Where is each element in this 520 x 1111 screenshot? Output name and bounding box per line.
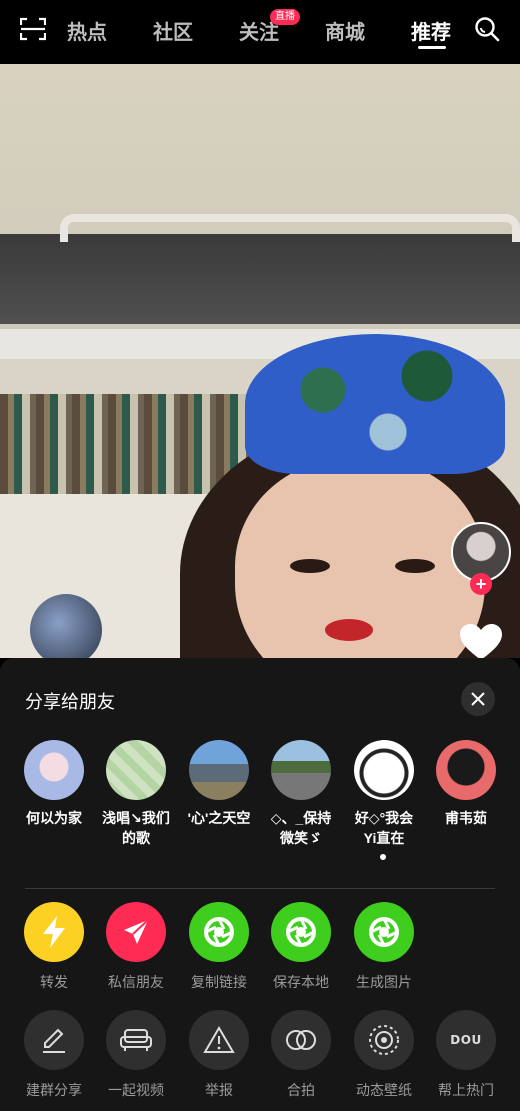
video-bed [0, 234, 520, 324]
share-sheet-title: 分享给朋友 [25, 692, 115, 712]
private-message-button[interactable]: 私信朋友 [95, 902, 177, 992]
friend-name: 何以为家 [26, 810, 82, 826]
follow-plus-icon[interactable]: + [470, 573, 492, 595]
sofa-icon [106, 1010, 166, 1070]
action-label: 建群分享 [26, 1082, 82, 1098]
generate-image-button[interactable]: 生成图片 [343, 902, 425, 992]
friend-item[interactable]: 甫韦茹 [431, 740, 501, 828]
action-label: 私信朋友 [108, 974, 164, 990]
send-icon [106, 902, 166, 962]
report-button[interactable]: 举报 [178, 1010, 260, 1100]
friend-name: 浅唱↘我们的歌 [102, 810, 170, 846]
active-tab-indicator [418, 46, 446, 49]
action-label: 保存本地 [273, 974, 329, 990]
watch-together-button[interactable]: 一起视频 [95, 1010, 177, 1100]
video-mirror [30, 594, 102, 658]
close-button[interactable] [461, 682, 495, 716]
new-indicator-dot [380, 854, 386, 860]
video-bed-rail [60, 214, 520, 242]
scan-icon[interactable] [20, 17, 46, 41]
close-icon [471, 692, 485, 706]
wallpaper-icon [354, 1010, 414, 1070]
search-icon[interactable] [474, 16, 500, 42]
wechat-shutter-icon [271, 902, 331, 962]
friend-item[interactable]: 浅唱↘我们的歌 [101, 740, 171, 848]
action-label: 生成图片 [356, 974, 412, 990]
action-label: 一起视频 [108, 1082, 164, 1098]
friend-name: ◇、_保持微笑ゞ [270, 810, 332, 846]
video-lips [325, 619, 373, 641]
friend-avatar [271, 740, 331, 800]
action-label: 复制链接 [191, 974, 247, 990]
divider [25, 888, 495, 889]
friend-name: 甫韦茹 [445, 810, 487, 826]
friend-item[interactable]: 好◇°我会Yi直在 [349, 740, 419, 848]
top-nav: 热点 社区 关注 直播 商城 推荐 [0, 0, 520, 64]
wechat-shutter-icon [354, 902, 414, 962]
friend-name: 好◇°我会Yi直在 [354, 810, 414, 846]
tab-hot[interactable]: 热点 [67, 16, 107, 45]
pencil-icon [24, 1010, 84, 1070]
dou-plus-button[interactable]: DOU 帮上热门 [425, 1010, 507, 1100]
action-label: 转发 [40, 974, 68, 990]
friend-avatar [24, 740, 84, 800]
friend-item[interactable]: '心'之天空 [184, 740, 254, 828]
video-player[interactable] [0, 64, 520, 658]
tab-mall[interactable]: 商城 [325, 16, 365, 45]
action-label: 帮上热门 [438, 1082, 494, 1098]
warning-icon [189, 1010, 249, 1070]
friend-avatar [106, 740, 166, 800]
action-label: 举报 [205, 1082, 233, 1098]
copy-link-button[interactable]: 复制链接 [178, 902, 260, 992]
lightning-icon [24, 902, 84, 962]
save-local-button[interactable]: 保存本地 [260, 902, 342, 992]
group-share-button[interactable]: 建群分享 [13, 1010, 95, 1100]
share-sheet: 分享给朋友 何以为家 浅唱↘我们的歌 '心'之天空 ◇、_保持微笑ゞ 好◇°我会… [0, 658, 520, 1111]
duet-button[interactable]: 合拍 [260, 1010, 342, 1100]
dou-plus-icon: DOU [436, 1010, 496, 1070]
tab-community[interactable]: 社区 [153, 16, 193, 45]
tab-recommend[interactable]: 推荐 [411, 16, 451, 45]
live-wallpaper-button[interactable]: 动态壁纸 [343, 1010, 425, 1100]
friend-avatar [354, 740, 414, 800]
wechat-shutter-icon [189, 902, 249, 962]
live-badge: 直播 [270, 9, 300, 25]
like-heart-icon[interactable] [458, 622, 504, 662]
dou-plus-text: DOU [450, 1033, 482, 1047]
video-camo-cap [245, 334, 505, 474]
video-eye [290, 559, 330, 573]
friend-avatar [189, 740, 249, 800]
repost-button[interactable]: 转发 [13, 902, 95, 992]
action-label: 合拍 [287, 1082, 315, 1098]
friend-item[interactable]: ◇、_保持微笑ゞ [266, 740, 336, 848]
friend-avatar [436, 740, 496, 800]
friend-name: '心'之天空 [187, 810, 251, 826]
duet-icon [271, 1010, 331, 1070]
friend-item[interactable]: 何以为家 [19, 740, 89, 828]
video-eye [395, 559, 435, 573]
action-label: 动态壁纸 [356, 1082, 412, 1098]
